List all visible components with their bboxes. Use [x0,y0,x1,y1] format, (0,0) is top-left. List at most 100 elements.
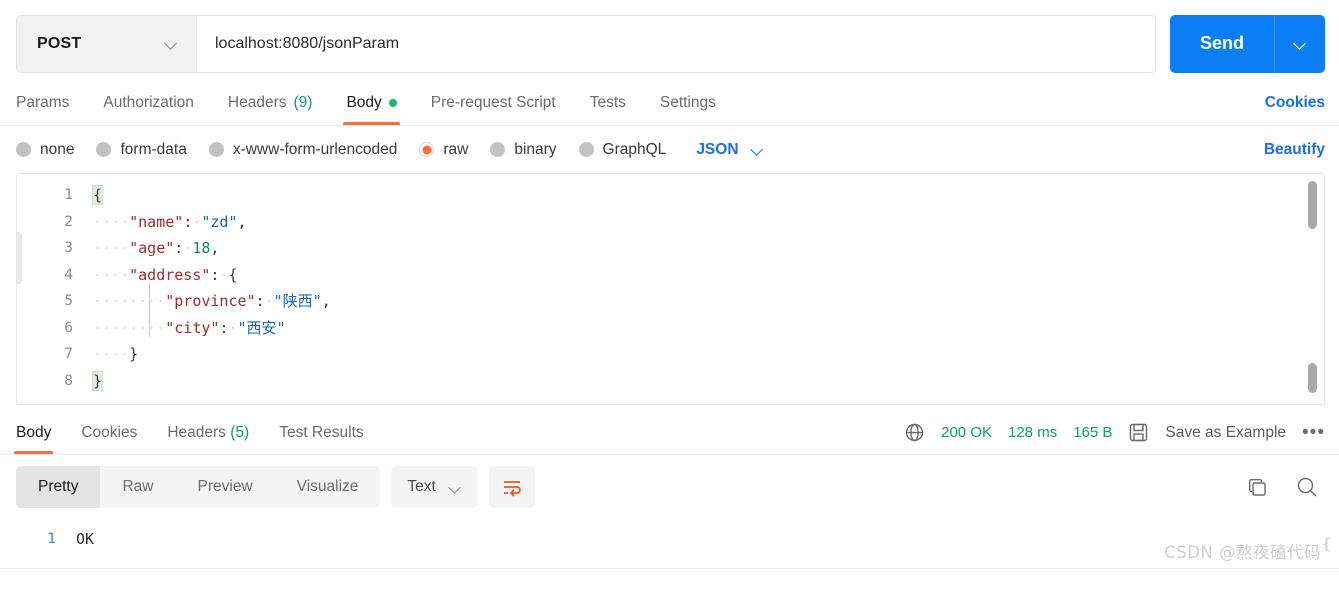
code-token: ···· [93,318,130,337]
scrollbar-thumb[interactable] [1308,181,1317,229]
code-token: "address" [129,265,211,284]
code-token: · [183,239,193,257]
code-line[interactable]: 2 ····"name":·"zd", [17,209,1324,236]
code-line[interactable]: 4 ····"address":·{ [17,262,1324,289]
tab-label: Headers [167,424,226,441]
code-token: ···· [129,318,166,337]
body-modified-dot-icon [388,99,397,107]
body-language-select[interactable]: JSON [696,141,763,159]
code-token: : [255,292,265,310]
request-body-editor[interactable]: 1{2 ····"name":·"zd", 3 ····"age":·18, 4 ····… [16,173,1325,405]
tab-params[interactable]: Params [16,94,69,125]
line-number: 3 [64,240,73,256]
globe-icon[interactable] [904,422,925,443]
response-line-text: OK [76,530,95,548]
response-tab-headers[interactable]: Headers (5) [167,424,249,454]
save-as-example-button[interactable]: Save as Example [1165,424,1286,442]
view-mode-pretty[interactable]: Pretty [16,466,101,508]
code-line-text: ····"address":·{ [93,262,1324,289]
tab-tests[interactable]: Tests [590,94,626,125]
tab-label: Headers [227,94,287,111]
line-number: 4 [64,266,73,283]
response-more-options-icon[interactable]: ••• [1302,423,1325,442]
code-token: ···· [93,212,130,231]
tab-pre-request-script[interactable]: Pre-request Script [431,94,556,125]
code-token: "province" [165,292,256,310]
radio-label: GraphQL [602,140,667,158]
code-token: { [91,185,104,205]
code-token: "age" [129,239,175,257]
code-line[interactable]: 8} [17,368,1324,395]
radio-form-data[interactable]: form-data [96,140,187,159]
watermark-caret-icon: ❴ [1320,536,1333,553]
http-method-select[interactable]: POST [17,15,197,72]
response-tab-cookies[interactable]: Cookies [81,424,137,454]
code-line[interactable]: 3 ····"age":·18, [17,235,1324,262]
response-format-select[interactable]: Text [391,466,478,508]
code-token: : [174,239,184,257]
tab-label: Authorization [103,94,194,111]
tab-headers[interactable]: Headers (9) [228,94,313,125]
code-line[interactable]: 6 ········"city":·"西安" [17,315,1324,342]
response-lines-container: 1 OK [0,526,1339,552]
save-disk-icon[interactable] [1128,422,1149,443]
code-line-text: ····"age":·18, [93,235,1324,262]
tab-authorization[interactable]: Authorization [103,94,193,125]
watermark: CSDN @熬夜磕代码 [1164,543,1321,562]
line-number: 6 [64,319,73,336]
code-token: ···· [93,292,130,310]
code-token: "city" [165,318,220,337]
view-mode-raw[interactable]: Raw [100,466,175,508]
line-number: 1 [64,187,73,203]
word-wrap-button[interactable] [488,466,535,508]
cookies-link[interactable]: Cookies [1265,94,1325,125]
url-input[interactable] [197,15,1155,72]
code-token: ···· [93,345,130,363]
copy-icon[interactable] [1246,476,1269,499]
chevron-down-icon [751,143,764,156]
scrollbar-thumb-secondary[interactable] [1308,363,1317,393]
response-time: 128 ms [1008,424,1058,441]
headers-count: (9) [293,94,313,111]
code-token: } [129,345,139,363]
tab-label: Settings [659,94,716,111]
code-line[interactable]: 5 ········"province":·"陕西", [17,283,1324,337]
code-line[interactable]: 7 ····} [17,341,1324,368]
radio-none[interactable]: none [16,141,74,159]
radio-graphql[interactable]: GraphQL [578,140,667,159]
view-mode-preview[interactable]: Preview [176,466,275,508]
radio-x-www-form-urlencoded[interactable]: x-www-form-urlencoded [208,141,397,159]
response-tab-body[interactable]: Body [13,424,54,454]
radio-label: form-data [120,140,187,158]
send-button[interactable]: Send [1170,14,1275,73]
code-lines-container[interactable]: 1{2 ····"name":·"zd", 3 ····"age":·18, 4 ····… [17,174,1324,394]
send-options-button[interactable] [1275,15,1325,73]
code-token: "西安" [237,318,286,337]
tab-body[interactable]: Body [343,94,401,125]
code-token: : [183,212,193,231]
method-url-group: POST [16,14,1156,73]
code-token: } [91,370,104,391]
view-mode-visualize[interactable]: Visualize [275,466,381,508]
editor-drag-handle[interactable] [17,232,22,284]
code-token: 18 [192,239,211,257]
editor-vertical-scrollbar[interactable] [1308,181,1317,397]
body-language-label: JSON [696,140,739,158]
code-token: "name" [129,212,184,231]
response-tab-test-results[interactable]: Test Results [279,424,363,454]
tab-settings[interactable]: Settings [660,94,716,125]
radio-binary[interactable]: binary [490,141,557,159]
response-body-viewer[interactable]: 1 OK CSDN @熬夜磕代码 ❴ [0,519,1339,569]
response-toolbar: Pretty Raw Preview Visualize Text [0,455,1339,519]
line-number: 8 [64,372,73,389]
tab-label: Pre-request Script [430,94,556,111]
radio-raw[interactable]: raw [419,141,468,159]
response-line: 1 OK [0,526,1339,552]
code-token: "陕西" [273,292,322,310]
beautify-button[interactable]: Beautify [1264,141,1325,159]
tab-label: Cookies [81,424,138,441]
code-line[interactable]: 1{ [17,182,1324,209]
radio-label: none [40,140,75,158]
search-icon[interactable] [1295,475,1319,499]
tab-label: Body [16,424,52,441]
